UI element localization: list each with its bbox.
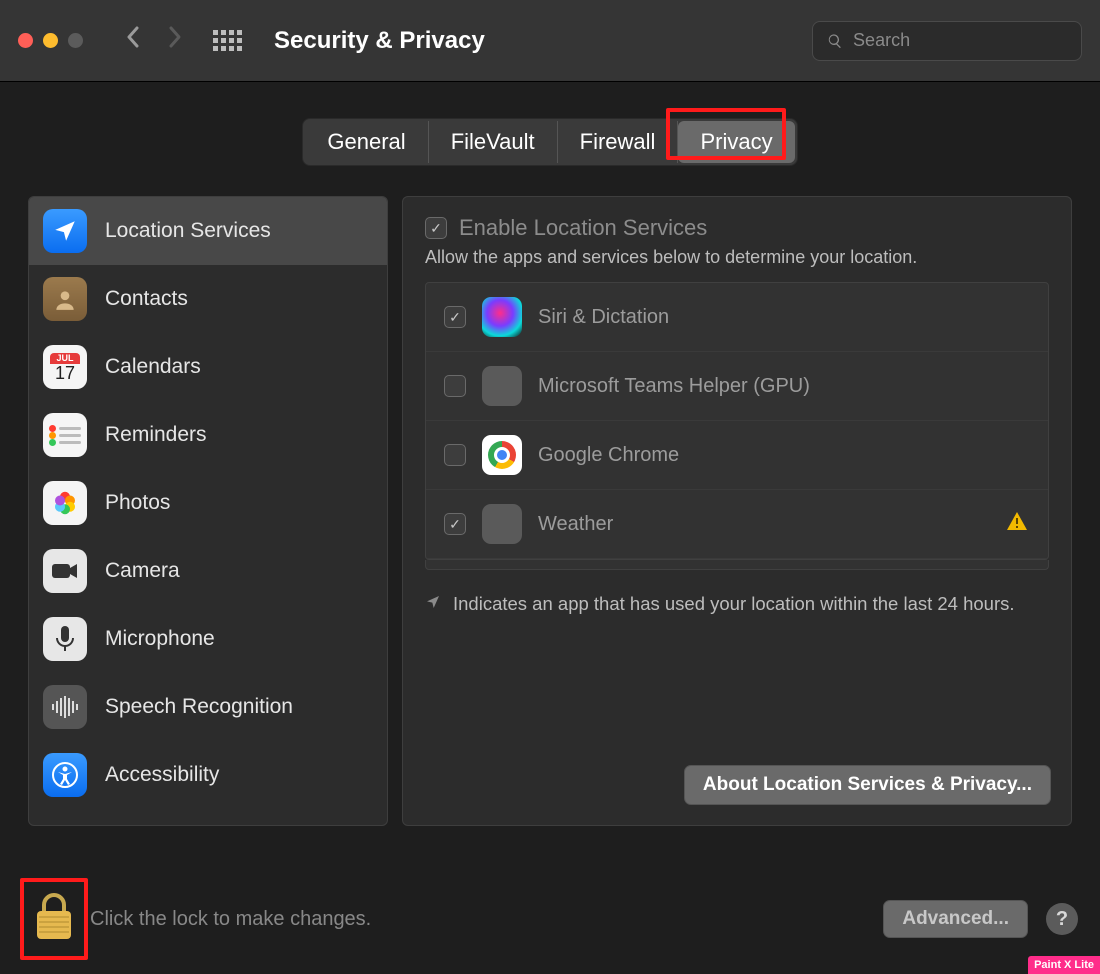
- back-button[interactable]: [119, 25, 147, 56]
- search-icon: [827, 32, 843, 50]
- sidebar-item-label: Accessibility: [105, 763, 219, 787]
- annotation-highlight-privacy-tab: [666, 108, 786, 160]
- sidebar-item-label: Speech Recognition: [105, 695, 293, 719]
- app-name-label: Siri & Dictation: [538, 306, 669, 329]
- sidebar-item-photos[interactable]: Photos: [29, 469, 387, 537]
- tab-general[interactable]: General: [305, 121, 428, 163]
- app-permission-list[interactable]: Siri & Dictation Microsoft Teams Helper …: [425, 282, 1049, 560]
- sidebar-item-calendars[interactable]: JUL 17 Calendars: [29, 333, 387, 401]
- sidebar-item-camera[interactable]: Camera: [29, 537, 387, 605]
- sidebar-item-reminders[interactable]: Reminders: [29, 401, 387, 469]
- watermark: Paint X Lite: [1028, 956, 1100, 974]
- app-checkbox[interactable]: [444, 306, 466, 328]
- close-window-button[interactable]: [18, 33, 33, 48]
- tab-filevault[interactable]: FileVault: [429, 121, 558, 163]
- privacy-category-sidebar[interactable]: Location Services Contacts JUL 17 Calend…: [28, 196, 388, 826]
- calendar-day-label: 17: [55, 364, 75, 382]
- annotation-highlight-lock: [20, 878, 88, 960]
- contacts-icon: [43, 277, 87, 321]
- app-name-label: Google Chrome: [538, 444, 679, 467]
- app-checkbox[interactable]: [444, 513, 466, 535]
- sidebar-item-label: Photos: [105, 491, 170, 515]
- recent-location-indicator: Indicates an app that has used your loca…: [425, 592, 1049, 617]
- microphone-icon: [43, 617, 87, 661]
- about-location-services-button[interactable]: About Location Services & Privacy...: [684, 765, 1051, 805]
- minimize-window-button[interactable]: [43, 33, 58, 48]
- tab-firewall[interactable]: Firewall: [558, 121, 679, 163]
- sidebar-item-label: Microphone: [105, 627, 215, 651]
- enable-location-services-checkbox[interactable]: [425, 217, 447, 239]
- lock-button[interactable]: [22, 880, 86, 958]
- calendar-icon: JUL 17: [43, 345, 87, 389]
- sidebar-item-label: Contacts: [105, 287, 188, 311]
- app-row-teams-helper[interactable]: Microsoft Teams Helper (GPU): [426, 352, 1048, 421]
- sidebar-item-location-services[interactable]: Location Services: [29, 197, 387, 265]
- forward-button[interactable]: [161, 25, 189, 56]
- zoom-window-button[interactable]: [68, 33, 83, 48]
- titlebar: Security & Privacy: [0, 0, 1100, 82]
- help-button[interactable]: ?: [1046, 903, 1078, 935]
- app-row-siri[interactable]: Siri & Dictation: [426, 283, 1048, 352]
- list-overflow-indicator: [425, 560, 1049, 570]
- app-checkbox[interactable]: [444, 444, 466, 466]
- search-input[interactable]: [853, 30, 1067, 51]
- warning-icon: [1006, 511, 1028, 537]
- app-name-label: Weather: [538, 513, 613, 536]
- location-arrow-icon: [43, 209, 87, 253]
- camera-icon: [43, 549, 87, 593]
- search-field[interactable]: [812, 21, 1082, 61]
- lock-hint-text: Click the lock to make changes.: [90, 908, 371, 931]
- generic-app-icon: [482, 366, 522, 406]
- show-all-icon[interactable]: [213, 30, 242, 51]
- location-arrow-small-icon: [425, 594, 441, 617]
- generic-app-icon: [482, 504, 522, 544]
- photos-icon: [43, 481, 87, 525]
- advanced-button[interactable]: Advanced...: [883, 900, 1028, 938]
- sidebar-item-accessibility[interactable]: Accessibility: [29, 741, 387, 809]
- reminders-icon: [43, 413, 87, 457]
- sidebar-item-microphone[interactable]: Microphone: [29, 605, 387, 673]
- app-row-weather[interactable]: Weather: [426, 490, 1048, 559]
- sidebar-item-label: Camera: [105, 559, 180, 583]
- siri-icon: [482, 297, 522, 337]
- app-row-chrome[interactable]: Google Chrome: [426, 421, 1048, 490]
- window-controls: [18, 33, 83, 48]
- content-panels: Location Services Contacts JUL 17 Calend…: [0, 196, 1100, 826]
- enable-location-services-label: Enable Location Services: [459, 215, 707, 241]
- sidebar-item-speech-recognition[interactable]: Speech Recognition: [29, 673, 387, 741]
- location-services-description: Allow the apps and services below to det…: [425, 247, 1049, 268]
- tab-bar: General FileVault Firewall Privacy: [0, 118, 1100, 166]
- sidebar-item-label: Calendars: [105, 355, 201, 379]
- indicator-text: Indicates an app that has used your loca…: [453, 592, 1015, 617]
- accessibility-icon: [43, 753, 87, 797]
- sidebar-item-label: Reminders: [105, 423, 207, 447]
- sidebar-item-label: Location Services: [105, 219, 271, 243]
- app-name-label: Microsoft Teams Helper (GPU): [538, 375, 810, 398]
- app-checkbox[interactable]: [444, 375, 466, 397]
- speech-icon: [43, 685, 87, 729]
- window-title: Security & Privacy: [274, 27, 485, 55]
- location-services-detail: Enable Location Services Allow the apps …: [402, 196, 1072, 826]
- sidebar-item-contacts[interactable]: Contacts: [29, 265, 387, 333]
- chrome-icon: [482, 435, 522, 475]
- calendar-month-label: JUL: [50, 353, 79, 364]
- footer: Click the lock to make changes. Advanced…: [0, 864, 1100, 974]
